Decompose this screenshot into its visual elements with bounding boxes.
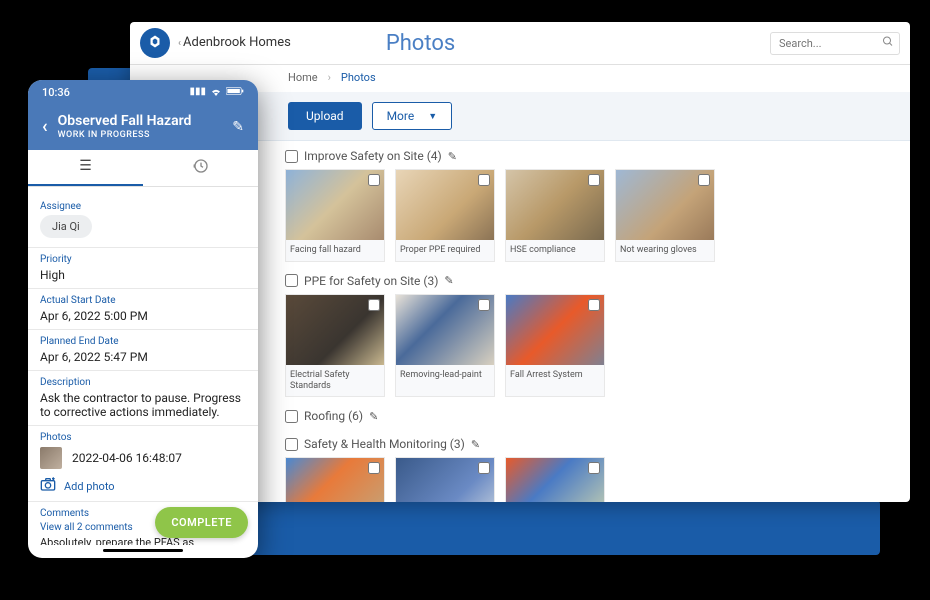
- photo-card[interactable]: Proper PPE required: [395, 169, 495, 262]
- mobile-body: Assignee Jia Qi Priority High Actual Sta…: [28, 187, 258, 545]
- photo-checkbox[interactable]: [368, 174, 380, 186]
- photo-timestamp: 2022-04-06 16:48:07: [72, 451, 182, 465]
- home-indicator: [103, 549, 183, 552]
- complete-button[interactable]: COMPLETE: [155, 507, 248, 538]
- photo-caption: HSE compliance: [506, 240, 604, 261]
- chevron-right-icon: ›: [328, 71, 331, 84]
- edit-icon[interactable]: ✎: [471, 438, 480, 451]
- status-bar: 10:36 ▮▮▮: [28, 80, 258, 105]
- assignee-label: Assignee: [40, 201, 246, 212]
- photo-row: Facing fall hazard Proper PPE required H…: [285, 169, 890, 262]
- photo-caption: Removing-lead-paint: [396, 365, 494, 386]
- group-header: Improve Safety on Site (4) ✎: [285, 141, 890, 169]
- photo-row: Electrial Safety Standards Removing-lead…: [285, 294, 890, 398]
- status-time: 10:36: [42, 86, 70, 99]
- photo-caption: Not wearing gloves: [616, 240, 714, 261]
- photo-card[interactable]: Removing-lead-paint: [395, 294, 495, 398]
- mobile-task-card: 10:36 ▮▮▮ ‹ Observed Fall Hazard WORK IN…: [28, 80, 258, 558]
- edit-icon[interactable]: ✎: [369, 410, 378, 423]
- actual-start-label: Actual Start Date: [40, 295, 246, 306]
- breadcrumb-caret-icon: ‹: [178, 38, 181, 49]
- back-arrow-icon[interactable]: ‹: [42, 116, 48, 137]
- group-label: PPE for Safety on Site (3): [304, 274, 438, 288]
- photos-label: Photos: [40, 432, 246, 443]
- photo-thumbnail: [40, 447, 62, 469]
- photo-card[interactable]: Electrial Safety Standards: [285, 294, 385, 398]
- planned-end-value: Apr 6, 2022 5:47 PM: [40, 350, 246, 364]
- battery-icon: [226, 86, 244, 99]
- priority-label: Priority: [40, 254, 246, 265]
- group-header: Roofing (6) ✎: [285, 401, 890, 429]
- more-button-label: More: [387, 109, 415, 123]
- photo-caption: Proper PPE required: [396, 240, 494, 261]
- photo-card[interactable]: [395, 457, 495, 502]
- assignee-chip[interactable]: Jia Qi: [40, 215, 92, 238]
- company-name[interactable]: Adenbrook Homes: [183, 36, 291, 50]
- photo-checkbox[interactable]: [588, 174, 600, 186]
- task-status: WORK IN PROGRESS: [58, 130, 223, 140]
- photo-checkbox[interactable]: [478, 299, 490, 311]
- search-input[interactable]: [770, 32, 900, 55]
- group-header: PPE for Safety on Site (3) ✎: [285, 266, 890, 294]
- photo-card[interactable]: [505, 457, 605, 502]
- upload-button[interactable]: Upload: [288, 102, 362, 130]
- camera-icon: [40, 477, 56, 495]
- tab-row: ☰: [28, 150, 258, 187]
- photo-caption: Electrial Safety Standards: [286, 365, 384, 397]
- group-label: Roofing (6): [304, 409, 363, 423]
- breadcrumb-home[interactable]: Home: [288, 71, 318, 84]
- group-label: Safety & Health Monitoring (3): [304, 437, 465, 451]
- photo-caption: Fall Arrest System: [506, 365, 604, 386]
- description-value: Ask the contractor to pause. Progress to…: [40, 391, 246, 419]
- group-header: Safety & Health Monitoring (3) ✎: [285, 429, 890, 457]
- task-title: Observed Fall Hazard: [58, 113, 223, 129]
- group-checkbox[interactable]: [285, 410, 298, 423]
- group-label: Improve Safety on Site (4): [304, 149, 442, 163]
- photo-checkbox[interactable]: [478, 462, 490, 474]
- add-photo-button[interactable]: Add photo: [40, 477, 246, 495]
- group-checkbox[interactable]: [285, 274, 298, 287]
- photo-entry[interactable]: 2022-04-06 16:48:07: [40, 447, 246, 469]
- search-icon[interactable]: [882, 36, 894, 51]
- group-checkbox[interactable]: [285, 150, 298, 163]
- priority-value: High: [40, 268, 246, 282]
- photo-checkbox[interactable]: [588, 299, 600, 311]
- photo-checkbox[interactable]: [588, 462, 600, 474]
- description-label: Description: [40, 377, 246, 388]
- group-checkbox[interactable]: [285, 438, 298, 451]
- status-icons: ▮▮▮: [189, 86, 244, 99]
- actual-start-value: Apr 6, 2022 5:00 PM: [40, 309, 246, 323]
- photo-row: [285, 457, 890, 502]
- caret-down-icon: ▼: [428, 111, 437, 122]
- photo-checkbox[interactable]: [368, 299, 380, 311]
- edit-icon[interactable]: ✎: [448, 150, 457, 163]
- photo-card[interactable]: Not wearing gloves: [615, 169, 715, 262]
- desktop-header: ‹ Adenbrook Homes Photos: [130, 22, 910, 65]
- wifi-icon: [210, 86, 222, 99]
- tab-history[interactable]: [143, 150, 258, 186]
- photo-card[interactable]: [285, 457, 385, 502]
- photo-checkbox[interactable]: [368, 462, 380, 474]
- breadcrumb-current: Photos: [341, 71, 376, 84]
- more-button[interactable]: More ▼: [372, 102, 453, 130]
- signal-icon: ▮▮▮: [189, 86, 206, 99]
- photo-card[interactable]: Facing fall hazard: [285, 169, 385, 262]
- planned-end-label: Planned End Date: [40, 336, 246, 347]
- edit-icon[interactable]: ✎: [232, 119, 244, 135]
- photo-checkbox[interactable]: [698, 174, 710, 186]
- app-logo-icon[interactable]: [140, 28, 170, 58]
- photo-card[interactable]: HSE compliance: [505, 169, 605, 262]
- edit-icon[interactable]: ✎: [444, 274, 453, 287]
- search-box: [770, 32, 900, 55]
- photo-card[interactable]: Fall Arrest System: [505, 294, 605, 398]
- mobile-title-block: Observed Fall Hazard WORK IN PROGRESS: [58, 113, 223, 140]
- tab-details[interactable]: ☰: [28, 150, 143, 186]
- page-title: Photos: [386, 31, 770, 56]
- mobile-header: ‹ Observed Fall Hazard WORK IN PROGRESS …: [28, 105, 258, 150]
- photo-caption: Facing fall hazard: [286, 240, 384, 261]
- add-photo-label: Add photo: [64, 480, 115, 493]
- photo-checkbox[interactable]: [478, 174, 490, 186]
